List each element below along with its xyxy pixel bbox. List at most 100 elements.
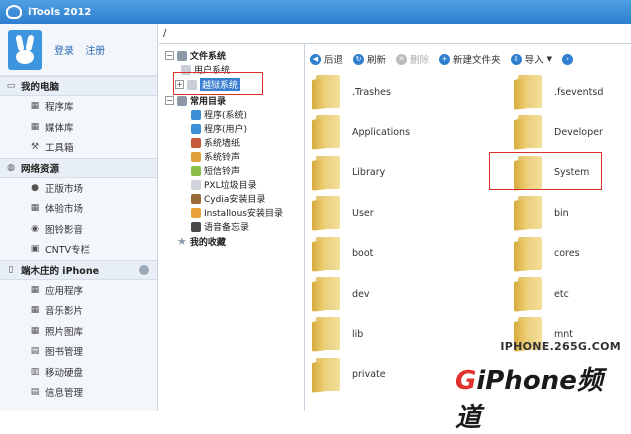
grid-icon: ▦ [30,203,40,214]
plus-icon: + [439,53,451,65]
directory-tree: − 文件系统 用户系统 + 越狱系统 − 常用目录 程序(系统) 程序(用户) … [159,44,305,411]
new-folder-button[interactable]: + 新建文件夹 [439,52,501,66]
folder-name: User [352,207,374,219]
folder-icon [312,317,342,351]
avatar[interactable] [8,29,42,70]
folder-icon [312,236,342,271]
tree-item-filesystem[interactable]: − 文件系统 [165,49,226,62]
info-icon: ▤ [30,387,40,398]
sidebar-item-ringtones-media[interactable]: ◉ 图铃影音 [0,219,157,240]
profile-area: 登录 注册 [0,24,157,76]
tree-item-common-dirs[interactable]: − 常用目录 [165,94,226,107]
folder-item[interactable]: cores [514,234,580,274]
tree-item-installous[interactable]: Installous安装目录 [191,206,283,219]
annotation-highlight-system [489,152,602,190]
wallpaper-icon [191,137,201,148]
folder-name: Library [352,167,386,179]
sidebar-item-toolbox[interactable]: ⚒ 工具箱 [0,137,157,158]
sidebar-item-cntv[interactable]: ▣ CNTV专栏 [0,239,157,260]
sidebar-item-media-library[interactable]: ▦ 媒体库 [0,117,157,138]
folder-name: private [352,369,386,381]
tree-item-cydia[interactable]: Cydia安装目录 [191,192,265,205]
sidebar-item-books[interactable]: ▤ 图书管理 [0,341,157,362]
folder-item[interactable]: boot [312,234,373,274]
computer-icon [177,50,187,61]
folder-item[interactable]: lib [312,314,363,354]
section-my-computer[interactable]: ▭ 我的电脑 [0,76,157,96]
sidebar-item-app-market[interactable]: ● 正版市场 [0,178,157,199]
sidebar-item-trial-market[interactable]: ▦ 体验市场 [0,198,157,219]
sidebar-item-photos[interactable]: ▦ 照片图库 [0,321,157,342]
folder-item[interactable]: User [312,193,374,233]
login-link[interactable]: 登录 [54,46,74,57]
folder-icon [514,75,544,109]
folder-item[interactable]: Developer [514,112,603,152]
tree-item-apps-user[interactable]: 程序(用户) [191,122,247,135]
delete-button[interactable]: ✕ 删除 [396,52,429,66]
folder-name: .fseventsd [554,86,604,98]
back-arrow-icon: ◀ [310,53,321,65]
cydia-icon [191,193,201,204]
folder-name: lib [352,328,364,340]
import-button[interactable]: ⇩ 导入 ▼ [510,52,552,66]
sidebar-item-mobile-disk[interactable]: ▥ 移动硬盘 [0,362,157,383]
folder-icon [312,357,342,392]
media-icon: ◉ [31,223,39,234]
eject-icon[interactable] [139,264,149,275]
sidebar-item-music-movies[interactable]: ▦ 音乐影片 [0,300,157,321]
trash-icon [191,179,201,190]
tree-item-apps-system[interactable]: 程序(系统) [191,108,247,121]
folder-icon [514,115,544,149]
collapse-icon[interactable]: − [165,96,174,105]
tree-item-favorites[interactable]: ★ 我的收藏 [177,235,226,248]
folder-item[interactable]: .fseventsd [514,72,603,112]
grid-icon: ▦ [30,101,40,112]
section-network-resources[interactable]: ◍ 网络资源 [0,157,157,178]
monitor-icon: ▭ [6,81,16,91]
folder-item[interactable]: Applications [312,112,410,152]
music-note-icon [191,165,201,176]
folder-icon [514,196,544,230]
collapse-icon[interactable]: − [165,51,174,60]
tree-item-voice-memos[interactable]: 语音备忘录 [191,220,249,233]
tree-item-sms-ringtones[interactable]: 短信铃声 [191,164,240,177]
more-button[interactable]: › [561,53,573,65]
app-store-icon [191,109,201,120]
folder-item[interactable]: private [312,355,386,395]
star-icon: ★ [177,235,187,248]
folder-item[interactable]: etc [514,274,569,314]
file-toolbar: ◀ 后退 ↻ 刷新 ✕ 删除 + 新建文件夹 ⇩ 导入 ▼ › [306,49,631,69]
folder-name: dev [352,288,370,300]
wrench-icon: ⚒ [30,142,40,153]
folder-name: boot [352,248,374,260]
tree-item-wallpapers[interactable]: 系统墙纸 [191,136,240,149]
back-button[interactable]: ◀ 后退 [310,52,343,66]
sidebar-item-apps[interactable]: ▦ 应用程序 [0,280,157,301]
watermark-url: IPHONE.265G.COM [500,340,621,353]
section-device[interactable]: ▯ 端木庄的 iPhone [0,259,157,280]
tv-icon: ▣ [30,244,40,255]
folder-item[interactable]: .Trashes [312,72,391,112]
folder-name: mnt [554,328,573,340]
folder-icon [514,277,544,311]
folder-name: bin [554,207,569,219]
grid-icon: ▦ [30,121,40,132]
sidebar-item-app-library[interactable]: ▦ 程序库 [0,96,157,117]
folder-icon [312,196,342,230]
folder-item[interactable]: bin [514,193,569,233]
tree-item-system-ringtones[interactable]: 系统铃声 [191,150,240,163]
folder-item[interactable]: dev [312,274,370,314]
folder-item[interactable]: Library [312,153,385,193]
register-link[interactable]: 注册 [85,46,105,57]
chevron-down-icon[interactable]: ▼ [547,55,552,63]
folder-name: Developer [554,126,603,138]
title-bar: iTools 2012 [0,0,631,24]
folder-icon [312,277,342,311]
folder-icon [312,115,342,149]
tree-item-pxl-trash[interactable]: PXL垃圾目录 [191,178,257,191]
refresh-button[interactable]: ↻ 刷新 [353,52,386,66]
folder-icon [514,236,544,271]
sidebar-item-info[interactable]: ▤ 信息管理 [0,382,157,403]
annotation-highlight [173,72,263,95]
path-bar[interactable]: / [159,24,631,44]
